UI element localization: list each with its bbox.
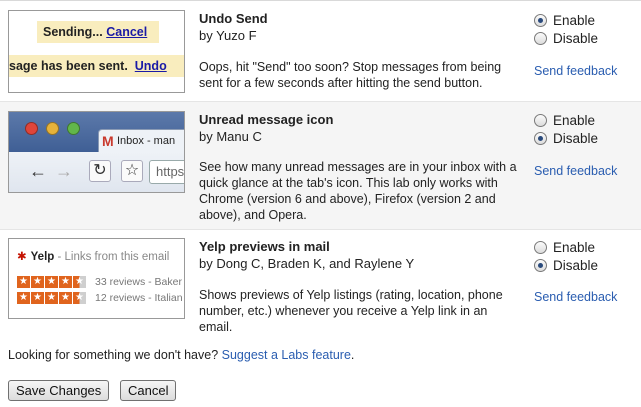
yelp-header: ✱ Yelp - Links from this email [17,249,169,263]
back-arrow-icon: ← [29,161,47,181]
star-rating: ★ ★ ★ ★ ★ [17,276,87,288]
yelp-header-text: - Links from this email [54,251,170,263]
tab-label: Inbox - man [117,135,176,147]
star-icon: ★ [31,292,44,304]
browser-toolbar: ← → ↻ ☆ https [9,152,184,192]
disable-radio-undo-send[interactable]: Disable [534,30,598,46]
star-icon: ★ [17,276,30,288]
maximize-dot-icon [67,122,80,135]
half-star-icon: ★ [73,276,86,288]
cancel-button[interactable]: Cancel [120,380,177,401]
yelp-thumbnail: ✱ Yelp - Links from this email ★ ★ ★ ★ ★ 33 r… [8,238,185,319]
lab-author: by Yuzo F [199,28,257,43]
send-feedback-link[interactable]: Send feedback [534,164,617,178]
reload-icon: ↻ [89,160,111,182]
lab-row-yelp-previews: ✱ Yelp - Links from this email ★ ★ ★ ★ ★ 33 r… [0,229,641,339]
disable-radio-unread-icon[interactable]: Disable [534,130,598,146]
lab-title: Yelp previews in mail [199,239,330,254]
enable-radio-unread-icon[interactable]: Enable [534,112,595,128]
radio-icon[interactable] [534,258,547,272]
radio-icon[interactable] [534,131,547,145]
star-icon: ★ [31,276,44,288]
send-feedback-link[interactable]: Send feedback [534,290,617,304]
enable-label: Enable [553,239,596,255]
review-count: 12 reviews - Italian [95,292,183,304]
lab-description: Oops, hit "Send" too soon? Stop messages… [199,60,502,90]
sent-text: sage has been sent. [9,59,128,73]
star-icon: ☆ [121,160,143,182]
disable-label: Disable [553,257,599,273]
lab-author: by Dong C, Braden K, and Raylene Y [199,256,415,271]
yelp-brand: Yelp [30,251,55,263]
undo-send-thumbnail: Sending... Cancel sage has been sent. Un… [8,10,185,93]
suggest-labs-feature-link[interactable]: Suggest a Labs feature [222,348,351,362]
lab-row-unread-message-icon: M Inbox - man ← → ↻ ☆ https Unread messa… [0,101,641,229]
radio-icon[interactable] [534,113,547,127]
lab-row-undo-send: Sending... Cancel sage has been sent. Un… [0,0,641,101]
suggest-line: Looking for something we don't have? Sug… [8,348,354,362]
send-feedback-link[interactable]: Send feedback [534,64,617,78]
radio-icon[interactable] [534,31,547,45]
save-changes-button[interactable]: Save Changes [8,380,110,401]
browser-tab: M Inbox - man [98,129,184,153]
suggest-suffix: . [350,348,355,362]
suggest-question: Looking for something we don't have? [8,348,222,362]
enable-radio-undo-send[interactable]: Enable [534,12,595,28]
url-box: https [149,160,184,184]
enable-label: Enable [553,12,596,28]
disable-label: Disable [553,30,599,46]
thumbnail-cancel-link: Cancel [106,25,148,39]
radio-icon[interactable] [534,240,547,254]
enable-label: Enable [553,112,596,128]
forward-arrow-icon: → [55,161,73,181]
star-icon: ★ [17,292,30,304]
star-icon: ★ [59,276,72,288]
star-icon: ★ [45,276,58,288]
review-count: 33 reviews - Baker [95,276,182,288]
lab-author: by Manu C [199,129,262,144]
disable-radio-yelp-previews[interactable]: Disable [534,257,598,273]
sent-notice: sage has been sent. Undo [9,55,184,77]
sending-notice: Sending... Cancel [37,21,159,43]
minimize-dot-icon [46,122,59,135]
lab-title: Unread message icon [199,112,334,127]
star-icon: ★ [59,292,72,304]
lab-description: See how many unread messages are in your… [199,160,517,222]
browser-titlebar: M Inbox - man [9,112,184,153]
sending-text: Sending... [43,25,103,39]
lab-title: Undo Send [199,11,268,26]
unread-icon-thumbnail: M Inbox - man ← → ↻ ☆ https [8,111,185,193]
gmail-icon: M [102,133,114,149]
enable-radio-yelp-previews[interactable]: Enable [534,239,595,255]
star-rating: ★ ★ ★ ★ ★ [17,292,87,304]
lab-description: Shows previews of Yelp listings (rating,… [199,288,503,334]
half-star-icon: ★ [73,292,86,304]
disable-label: Disable [553,130,599,146]
close-dot-icon [25,122,38,135]
star-icon: ★ [45,292,58,304]
radio-icon[interactable] [534,13,547,27]
yelp-burst-icon: ✱ [17,251,27,263]
thumbnail-undo-link: Undo [134,59,167,73]
